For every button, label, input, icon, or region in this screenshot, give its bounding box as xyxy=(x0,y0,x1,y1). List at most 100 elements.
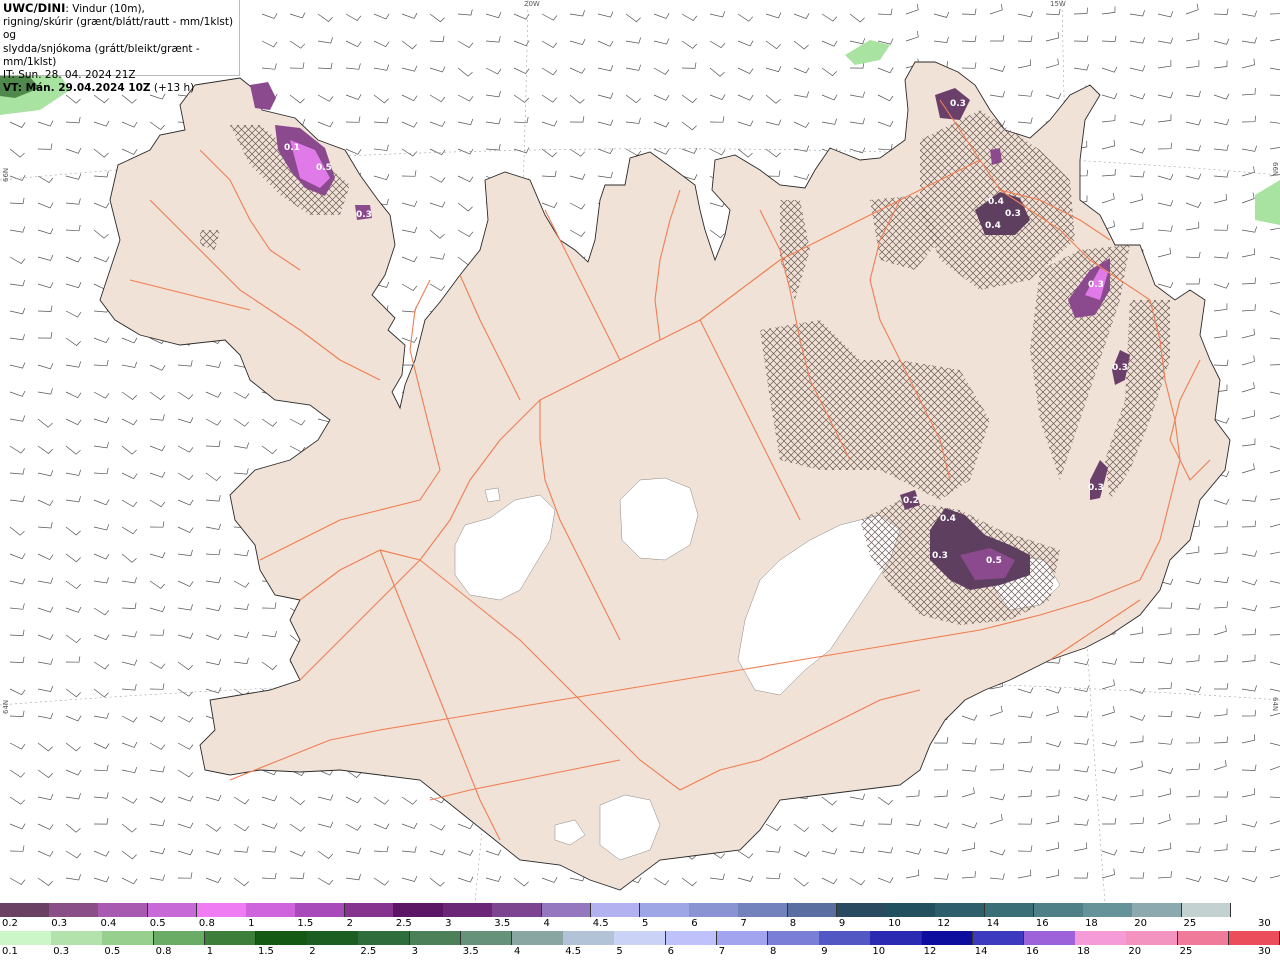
legend-label: 1.5 xyxy=(297,918,314,929)
legend-swatch xyxy=(153,931,206,945)
legend-swatch xyxy=(886,903,936,917)
legend-swatch xyxy=(102,931,155,945)
legend-swatch xyxy=(1177,931,1230,945)
legend-swatch xyxy=(1075,931,1127,945)
lat-label-66n-left: 66N xyxy=(2,167,10,182)
legend-swatch xyxy=(147,903,198,917)
legend-swatch xyxy=(393,903,444,917)
legend-swatch xyxy=(1024,931,1076,945)
legend-label: 3.5 xyxy=(462,946,479,957)
legend-swatch xyxy=(541,903,592,917)
legend-label: 0.8 xyxy=(155,946,172,957)
legend-swatch xyxy=(0,903,50,917)
legend-label: 9 xyxy=(821,946,828,957)
legend-label: 18 xyxy=(1077,946,1090,957)
legend-swatch xyxy=(870,931,923,945)
legend-label: 16 xyxy=(1026,946,1039,957)
precip-label: 0.3 xyxy=(950,99,966,109)
legend-swatch xyxy=(787,903,838,917)
precip-label: 0.3 xyxy=(1088,280,1104,290)
legend-swatch xyxy=(51,931,103,945)
legend-swatch xyxy=(836,903,887,917)
legend-label: 2.5 xyxy=(395,918,412,929)
legend-swatch xyxy=(307,931,359,945)
legend-label: 14 xyxy=(974,946,988,957)
legend-swatch xyxy=(49,903,99,917)
legend-swatch xyxy=(344,903,395,917)
legend-label: 14 xyxy=(986,918,1000,929)
lat-label-66n-right: 66N xyxy=(1271,162,1279,177)
rain-legend-labels: 0.1 0.3 0.5 0.8 1 1.5 2 2.5 3 3.5 4 4.5 5 6 7 8 9 10 12 14 1… xyxy=(0,946,1280,958)
legend-label: 7 xyxy=(718,946,726,957)
legend-swatch xyxy=(256,931,308,945)
legend-swatch xyxy=(665,931,718,945)
legend-label: 10 xyxy=(888,918,901,929)
map-subtitle-1: : Vindur (10m), xyxy=(65,3,145,15)
precip-label: 0.3 xyxy=(1088,483,1104,493)
legend-label: 2 xyxy=(346,918,353,929)
legend-swatch xyxy=(640,903,690,917)
legend-label: 10 xyxy=(872,946,886,957)
legend-swatch xyxy=(768,931,820,945)
legend-label: 2 xyxy=(309,946,316,957)
lon-label-20w: 20W xyxy=(524,0,540,8)
legend-swatch xyxy=(409,931,462,945)
legend-swatch xyxy=(614,931,667,945)
legend-label: 4 xyxy=(543,918,550,929)
legend-label: 12 xyxy=(923,946,937,957)
precip-label: 0.1 xyxy=(284,143,300,153)
legend-label: 0.5 xyxy=(149,918,166,929)
precip-label: 0.3 xyxy=(1005,209,1021,219)
legend-label: 1 xyxy=(206,946,214,957)
legend-label: 8 xyxy=(789,918,797,929)
legend-label: 9 xyxy=(838,918,846,929)
legend-label: 1 xyxy=(248,918,255,929)
legend-swatch xyxy=(246,903,296,917)
rain-legend-bar xyxy=(0,931,1280,945)
legend-label: 30 xyxy=(1258,946,1271,957)
legend-swatch xyxy=(0,931,52,945)
legend-label: 25 xyxy=(1183,918,1197,929)
legend-swatch xyxy=(1033,903,1084,917)
legend-label: 4.5 xyxy=(592,918,609,929)
precip-label: 0.4 xyxy=(988,197,1004,207)
legend-swatch xyxy=(492,903,543,917)
legend-label: 1.5 xyxy=(258,946,274,957)
legend-swatch xyxy=(98,903,149,917)
lat-label-64n-right: 64N xyxy=(1271,697,1279,712)
lon-label-15w: 15W xyxy=(1050,0,1066,8)
legend-swatch xyxy=(972,931,1025,945)
legend-label: 7 xyxy=(740,918,747,929)
legend-label: 3.5 xyxy=(494,918,511,929)
legend-label: 3 xyxy=(411,946,418,957)
legend-swatch xyxy=(1126,931,1179,945)
legend-label: 4.5 xyxy=(565,946,582,957)
lat-label-64n-left: 64N xyxy=(2,699,10,714)
legend-swatch xyxy=(204,931,257,945)
legend-label: 0.5 xyxy=(104,946,121,957)
valid-time-offset: (+13 h) xyxy=(150,82,195,95)
legend-swatch xyxy=(196,903,247,917)
precip-label: 0.3 xyxy=(356,210,372,220)
legend-label: 0.3 xyxy=(51,918,68,929)
precip-label: 0.3 xyxy=(1112,363,1128,373)
map-title: UWC/DINI xyxy=(3,1,66,15)
legend-swatch xyxy=(295,903,346,917)
valid-time: VT: Mán. 29.04.2024 10Z xyxy=(3,82,151,95)
legend-swatch xyxy=(1181,903,1232,917)
legend-swatch xyxy=(1132,903,1183,917)
legend-label: 3 xyxy=(445,918,452,929)
legend-label: 4 xyxy=(514,946,521,957)
legend-label: 18 xyxy=(1085,918,1098,929)
legend-swatch xyxy=(460,931,513,945)
map-title-box: UWC/DINI: Vindur (10m), rigning/skúrir (… xyxy=(0,0,240,94)
map-subtitle-3: slydda/snjókoma (grátt/bleikt/grænt - mm… xyxy=(3,42,200,68)
precip-label: 0.5 xyxy=(986,556,1002,566)
legend-label: 12 xyxy=(937,918,951,929)
legend-label: 5 xyxy=(642,918,649,929)
legend-swatch xyxy=(563,931,615,945)
legend-label: 16 xyxy=(1035,918,1049,929)
legend-label: 0.8 xyxy=(198,918,215,929)
legend-swatch xyxy=(590,903,641,917)
legend-label: 2.5 xyxy=(360,946,377,957)
